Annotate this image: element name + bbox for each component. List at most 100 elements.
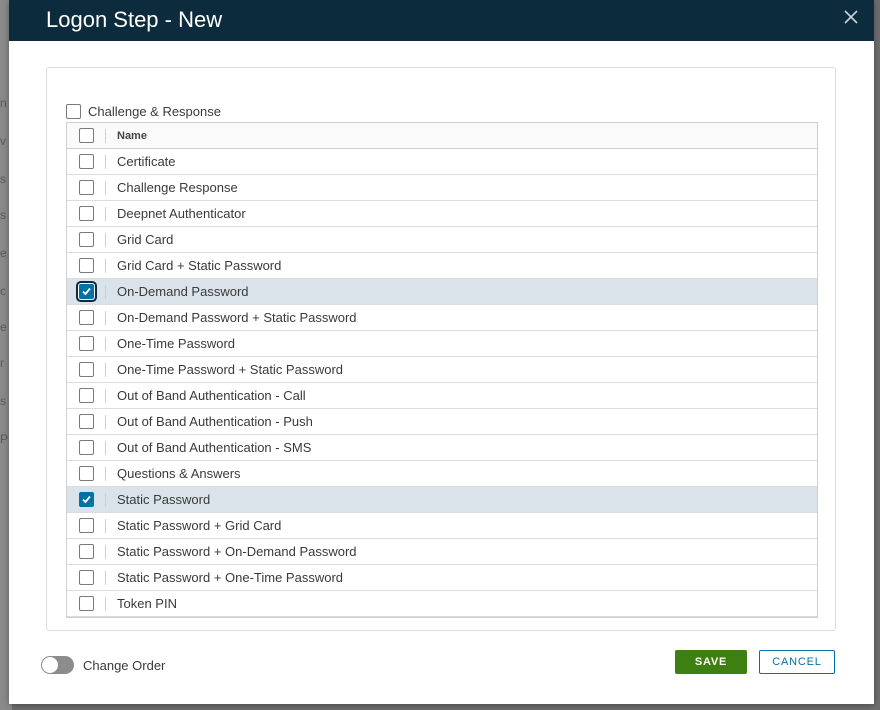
table-row[interactable]: Out of Band Authentication - SMS — [67, 435, 817, 461]
row-name: Out of Band Authentication - Push — [117, 414, 313, 429]
background-text: n — [0, 96, 7, 110]
row-checkbox-cell — [67, 331, 107, 356]
row-name: One-Time Password — [117, 336, 235, 351]
row-checkbox-cell — [67, 357, 107, 382]
row-checkbox-cell — [67, 175, 107, 200]
row-checkbox[interactable] — [79, 154, 94, 169]
row-checkbox[interactable] — [79, 310, 94, 325]
row-checkbox[interactable] — [79, 284, 94, 299]
row-name: On-Demand Password + Static Password — [117, 310, 357, 325]
background-text: e — [0, 246, 7, 260]
table-row[interactable]: Deepnet Authenticator — [67, 201, 817, 227]
row-name: Static Password + Grid Card — [117, 518, 282, 533]
background-text: c — [0, 284, 6, 298]
select-all-cell — [67, 123, 107, 148]
row-name: Static Password + On-Demand Password — [117, 544, 357, 559]
table-row[interactable]: Static Password + On-Demand Password — [67, 539, 817, 565]
row-name: Deepnet Authenticator — [117, 206, 246, 221]
row-checkbox[interactable] — [79, 570, 94, 585]
row-name: Questions & Answers — [117, 466, 241, 481]
table-row[interactable]: Questions & Answers — [67, 461, 817, 487]
row-checkbox-cell — [67, 201, 107, 226]
background-text: r — [0, 356, 4, 370]
row-checkbox[interactable] — [79, 362, 94, 377]
background-text: s — [0, 208, 6, 222]
column-header-name[interactable]: Name — [107, 130, 147, 142]
background-text: s — [0, 172, 6, 186]
table-row[interactable]: Grid Card + Static Password — [67, 253, 817, 279]
table-row[interactable]: Grid Card — [67, 227, 817, 253]
row-name: Token PIN — [117, 596, 177, 611]
table-row[interactable]: Static Password + One-Time Password — [67, 565, 817, 591]
row-checkbox[interactable] — [79, 206, 94, 221]
row-checkbox-cell — [67, 539, 107, 564]
background-text: P — [0, 432, 9, 446]
row-checkbox-cell — [67, 279, 107, 304]
cancel-button[interactable]: CANCEL — [759, 650, 835, 674]
row-checkbox[interactable] — [79, 466, 94, 481]
row-checkbox[interactable] — [79, 258, 94, 273]
table-row[interactable]: Certificate — [67, 149, 817, 175]
change-order-control: Change Order — [41, 656, 165, 674]
background-text: s — [0, 394, 6, 408]
table-row[interactable]: On-Demand Password + Static Password — [67, 305, 817, 331]
select-all-checkbox[interactable] — [79, 128, 94, 143]
row-checkbox-cell — [67, 591, 107, 616]
background-text: v — [0, 134, 6, 148]
row-name: Static Password — [117, 492, 211, 507]
table-row[interactable]: One-Time Password + Static Password — [67, 357, 817, 383]
background-text: e — [0, 320, 7, 334]
row-checkbox-cell — [67, 565, 107, 590]
change-order-toggle[interactable] — [41, 656, 74, 674]
row-checkbox[interactable] — [79, 440, 94, 455]
table-row[interactable]: Static Password + Grid Card — [67, 513, 817, 539]
table-row[interactable]: Challenge Response — [67, 175, 817, 201]
row-name: On-Demand Password — [117, 284, 249, 299]
content-panel: Challenge & Response Name Certificate Cha… — [46, 67, 836, 631]
row-name: Challenge Response — [117, 180, 238, 195]
row-checkbox[interactable] — [79, 180, 94, 195]
table-row[interactable]: Token PIN — [67, 591, 817, 617]
logon-step-modal: Logon Step - New Challenge & Response Na… — [9, 0, 874, 704]
row-checkbox[interactable] — [79, 544, 94, 559]
table-row[interactable]: On-Demand Password — [67, 279, 817, 305]
row-name: Grid Card + Static Password — [117, 258, 282, 273]
row-checkbox[interactable] — [79, 596, 94, 611]
row-checkbox[interactable] — [79, 414, 94, 429]
row-checkbox-cell — [67, 227, 107, 252]
row-name: Out of Band Authentication - SMS — [117, 440, 312, 455]
row-name: Out of Band Authentication - Call — [117, 388, 306, 403]
grid-body: Certificate Challenge Response Deepnet Aut… — [67, 149, 817, 617]
row-checkbox-cell — [67, 305, 107, 330]
row-checkbox-cell — [67, 513, 107, 538]
close-icon[interactable] — [842, 8, 860, 26]
save-button[interactable]: SAVE — [675, 650, 747, 674]
modal-title: Logon Step - New — [46, 7, 223, 32]
row-checkbox[interactable] — [79, 518, 94, 533]
table-row[interactable]: Out of Band Authentication - Push — [67, 409, 817, 435]
modal-header: Logon Step - New — [9, 0, 874, 41]
challenge-response-label: Challenge & Response — [88, 103, 221, 119]
row-checkbox-cell — [67, 253, 107, 278]
row-checkbox-cell — [67, 383, 107, 408]
grid-header: Name — [67, 123, 817, 149]
table-row[interactable]: Static Password — [67, 487, 817, 513]
row-checkbox-cell — [67, 487, 107, 512]
row-checkbox-cell — [67, 409, 107, 434]
authenticator-grid: Name Certificate Challenge Response Deepne… — [66, 122, 818, 618]
row-checkbox[interactable] — [79, 232, 94, 247]
table-row[interactable]: One-Time Password — [67, 331, 817, 357]
row-name: One-Time Password + Static Password — [117, 362, 344, 377]
checkmark-icon — [82, 495, 91, 504]
table-row[interactable]: Out of Band Authentication - Call — [67, 383, 817, 409]
checkmark-icon — [82, 287, 91, 296]
challenge-response-checkbox[interactable] — [66, 103, 81, 119]
row-checkbox[interactable] — [79, 492, 94, 507]
row-checkbox-cell — [67, 461, 107, 486]
row-name: Static Password + One-Time Password — [117, 570, 344, 585]
row-checkbox-cell — [67, 435, 107, 460]
row-checkbox[interactable] — [79, 388, 94, 403]
change-order-label: Change Order — [83, 657, 166, 673]
challenge-response-option[interactable]: Challenge & Response — [66, 102, 221, 120]
row-checkbox[interactable] — [79, 336, 94, 351]
